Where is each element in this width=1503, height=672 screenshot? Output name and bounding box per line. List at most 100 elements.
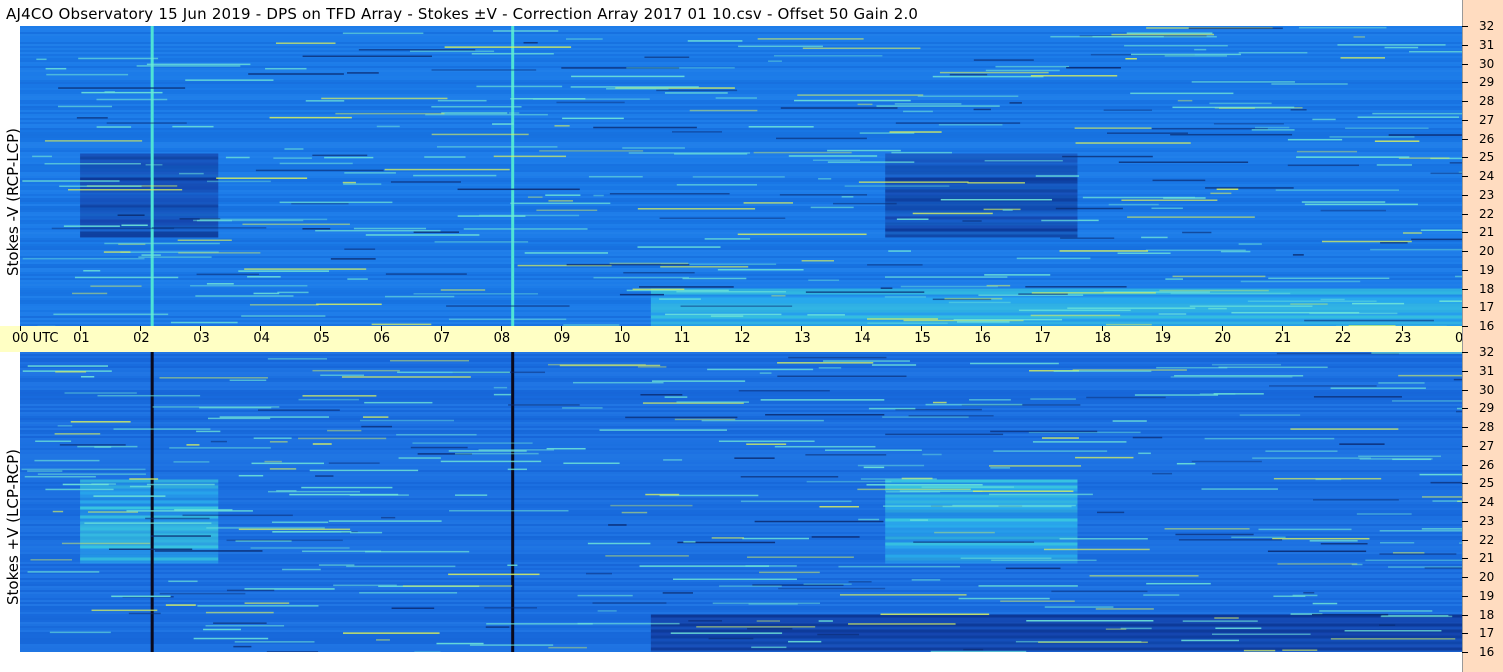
interference-streak: [97, 394, 201, 397]
interference-streak: [344, 248, 376, 250]
interference-streak: [771, 295, 786, 297]
interference-streak: [1398, 374, 1462, 377]
noise-row: [20, 144, 1462, 146]
interference-streak: [817, 633, 860, 636]
interference-streak: [1345, 127, 1429, 129]
interference-streak: [639, 286, 734, 288]
dark-band: [885, 207, 1078, 211]
dark-band: [80, 165, 219, 169]
interference-streak: [136, 65, 241, 67]
frequency-tick-mark: [1462, 120, 1468, 121]
interference-streak: [347, 72, 379, 74]
bright-band: [885, 524, 1078, 528]
bright-band: [80, 530, 219, 534]
noise-row: [20, 404, 1462, 406]
interference-streak: [440, 289, 486, 291]
noise-row: [20, 548, 1462, 550]
interference-streak: [1067, 307, 1196, 309]
interference-streak: [342, 181, 356, 184]
time-tick-label: 17: [1034, 331, 1051, 346]
interference-streak: [848, 581, 872, 583]
interference-streak: [35, 440, 72, 443]
interference-streak: [1330, 387, 1426, 389]
interference-streak: [316, 303, 382, 306]
interference-streak: [818, 367, 842, 369]
noise-row: [20, 86, 1462, 88]
noise-row: [20, 492, 1462, 494]
interference-streak: [888, 250, 911, 252]
noise-row: [20, 600, 1462, 602]
interference-streak: [312, 369, 400, 372]
interference-streak: [328, 520, 442, 522]
interference-streak: [651, 380, 746, 382]
interference-streak: [779, 194, 868, 196]
interference-streak: [146, 63, 251, 66]
noise-row: [20, 140, 1462, 142]
interference-streak: [1319, 610, 1433, 612]
interference-streak: [1181, 639, 1239, 642]
interference-streak: [867, 318, 938, 320]
interference-streak: [912, 212, 993, 215]
interference-streak: [412, 442, 533, 444]
interference-streak: [117, 214, 145, 216]
time-tick-label: 04: [253, 331, 270, 346]
interference-streak: [273, 157, 312, 159]
interference-streak: [1097, 511, 1125, 514]
interference-streak: [1130, 92, 1234, 95]
frequency-tick-label: 30: [1479, 383, 1495, 397]
interference-streak: [1055, 207, 1123, 210]
noise-row: [20, 422, 1462, 424]
interference-streak: [271, 521, 329, 524]
interference-streak: [707, 368, 814, 371]
interference-streak: [216, 177, 308, 179]
interference-streak: [1041, 219, 1079, 222]
noise-row: [20, 138, 1462, 140]
noise-row: [20, 570, 1462, 572]
interference-streak: [754, 520, 884, 523]
noise-row: [20, 164, 1462, 166]
noise-row: [20, 410, 1462, 412]
noise-row: [20, 104, 1462, 106]
time-tick-label: 00 UTC: [12, 331, 59, 346]
interference-streak: [390, 359, 470, 362]
noise-row: [20, 166, 1462, 168]
interference-streak: [249, 304, 319, 306]
interference-streak: [129, 485, 151, 488]
interference-streak: [1320, 209, 1386, 212]
noise-row: [20, 462, 1462, 464]
frequency-tick-label: 22: [1479, 207, 1495, 221]
interference-streak: [1392, 400, 1462, 402]
interference-streak: [683, 541, 696, 543]
interference-streak: [632, 288, 685, 291]
interference-streak: [962, 220, 982, 222]
interference-streak: [165, 604, 196, 606]
noise-row: [20, 484, 1462, 486]
interference-streak: [1201, 488, 1278, 490]
noise-row: [20, 100, 1462, 102]
noise-row: [20, 142, 1462, 144]
interference-streak: [838, 565, 960, 568]
interference-streak: [894, 103, 962, 105]
interference-streak: [1152, 472, 1173, 475]
interference-streak: [1182, 231, 1212, 234]
noise-row: [20, 148, 1462, 150]
frequency-tick-mark: [1462, 45, 1468, 46]
interference-streak: [1050, 35, 1164, 38]
interference-streak: [1376, 164, 1412, 166]
frequency-tick-mark: [1462, 596, 1468, 597]
noise-row: [20, 530, 1462, 532]
noise-row: [20, 58, 1462, 60]
time-tick-label: 11: [673, 331, 691, 346]
noise-row: [20, 50, 1462, 52]
interference-streak: [1089, 575, 1199, 577]
interference-streak: [717, 268, 804, 271]
interference-streak: [96, 126, 132, 128]
interference-streak: [1220, 250, 1251, 253]
interference-streak: [1138, 452, 1151, 455]
interference-streak: [440, 460, 542, 463]
interference-streak: [1044, 606, 1114, 608]
interference-streak: [674, 418, 736, 421]
interference-streak: [1453, 378, 1462, 381]
frequency-tick-mark: [1462, 270, 1468, 271]
interference-streak: [857, 103, 873, 106]
